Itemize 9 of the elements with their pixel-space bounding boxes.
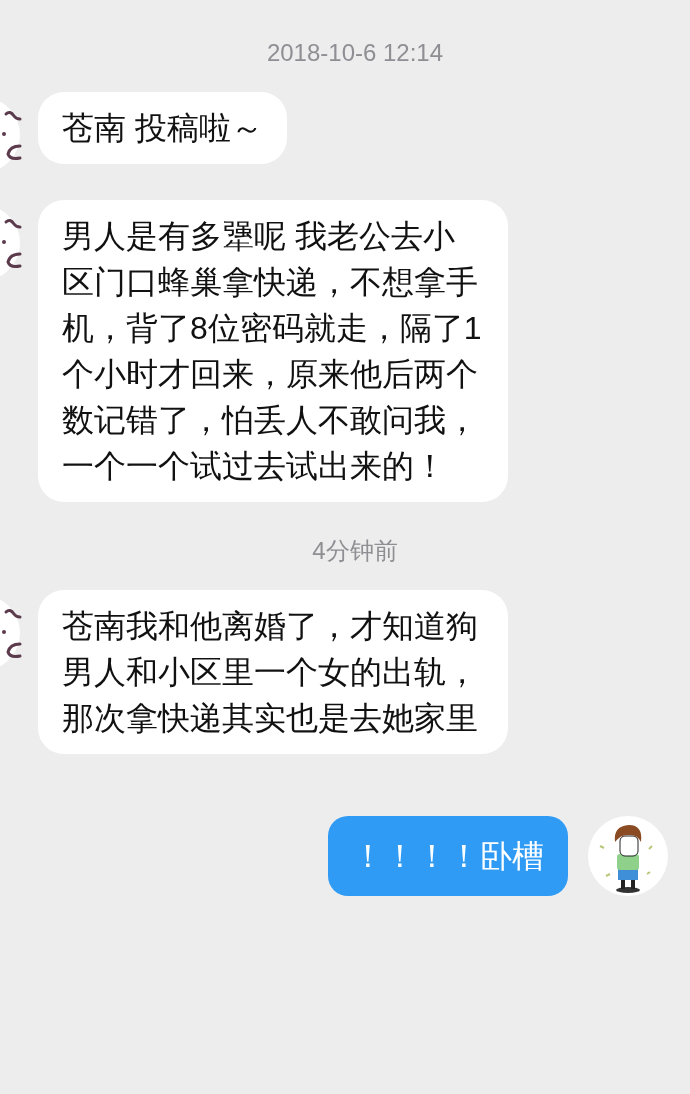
avatar-drawing [0,210,22,276]
message-bubble: ！！！！卧槽 [328,816,568,896]
timestamp: 4分钟前 [312,536,398,566]
message-bubble: 苍南我和他离婚了，才知道狗男人和小区里一个女的出轨，那次拿快递其实也是去她家里 [38,590,508,754]
timestamp: 2018-10-6 12:14 [266,38,444,68]
avatar-drawing [0,600,22,666]
message-bubble: 苍南 投稿啦～ [38,92,287,164]
avatar-drawing [0,102,22,168]
message-bubble: 男人是有多犟呢 我老公去小区门口蜂巢拿快递，不想拿手机，背了8位密码就走，隔了1个小时才回来，原来他后两个数记错了，怕丢人不敢问我，一个一个试过去试出来的！ [38,200,508,502]
